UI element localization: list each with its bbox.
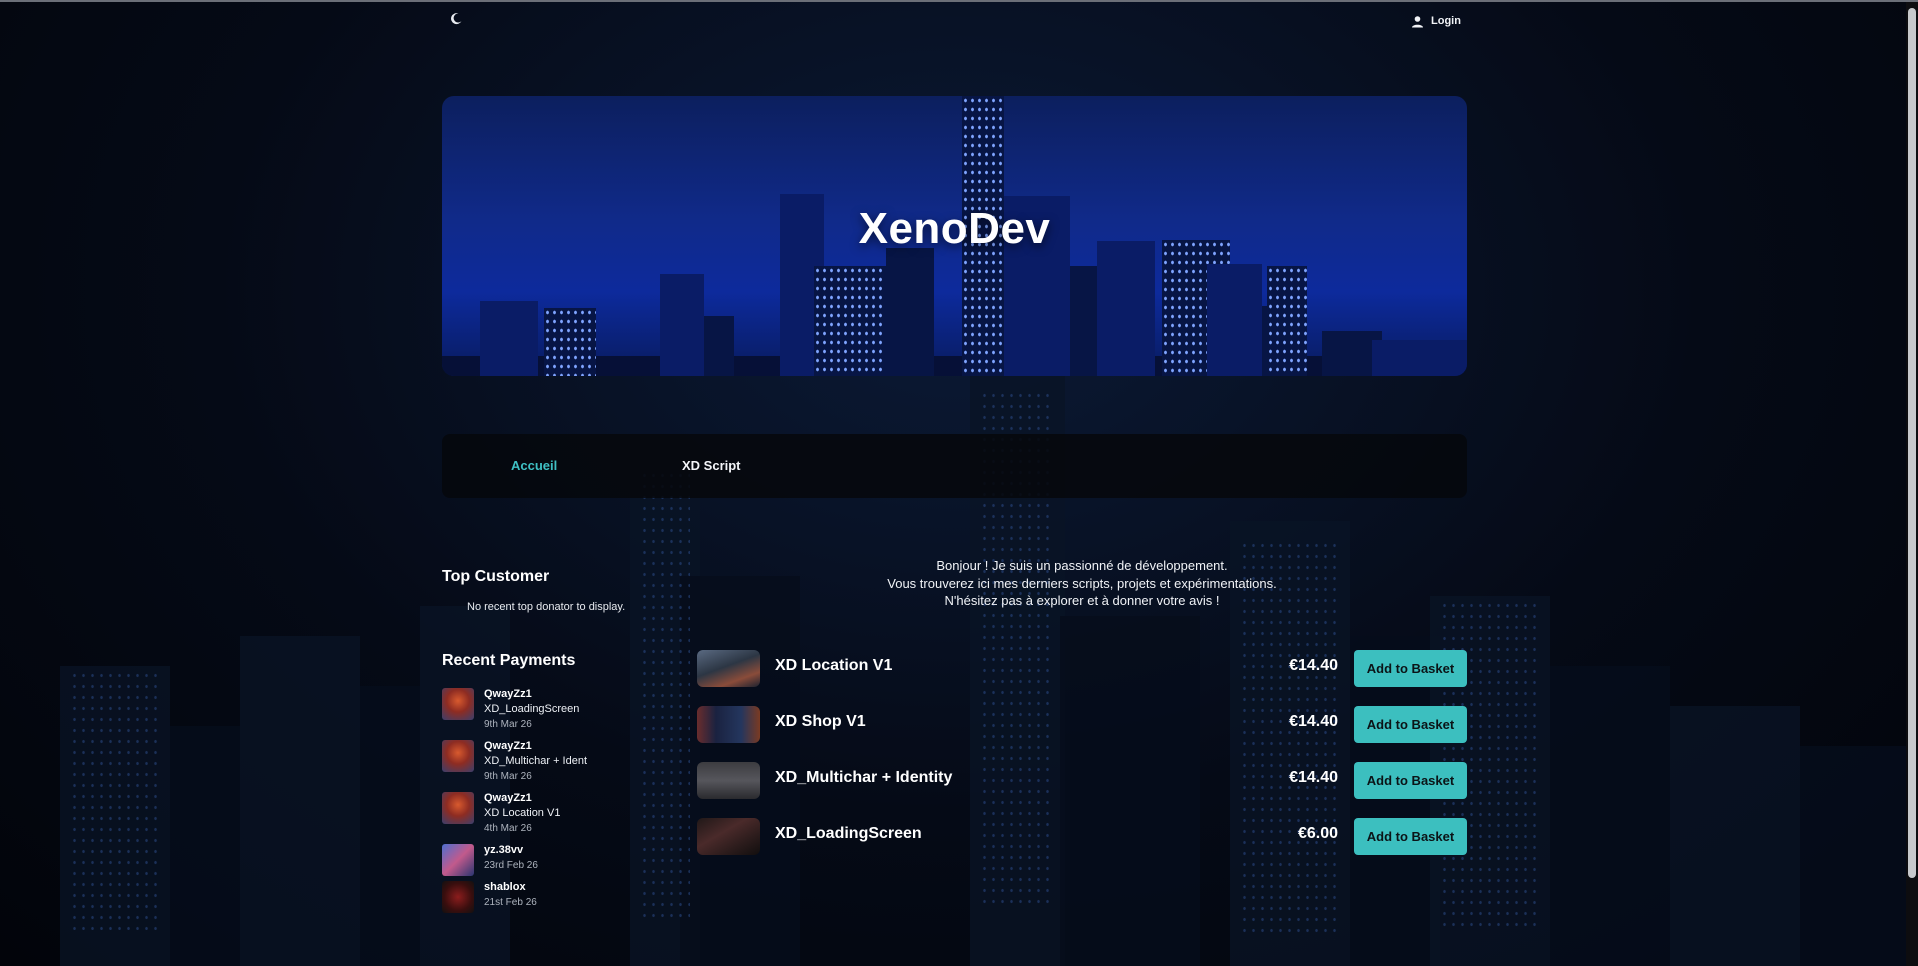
payment-customer: shablox xyxy=(484,881,526,893)
top-customer-empty: No recent top donator to display. xyxy=(467,601,626,613)
product-row: XD_Multichar + Identity €14.40 Add to Ba… xyxy=(697,760,1467,800)
add-to-basket-button[interactable]: Add to Basket xyxy=(1354,762,1467,799)
payment-date: 21st Feb 26 xyxy=(484,897,537,908)
product-price: €14.40 xyxy=(1289,713,1338,730)
sidebar: Top Customer No recent top donator to di… xyxy=(442,568,662,913)
hero-title: XenoDev xyxy=(858,204,1051,253)
product-name[interactable]: XD Location V1 xyxy=(775,657,892,675)
payment-item: QwayZz1 XD_Multichar + Ident 9th Mar 26 xyxy=(442,740,662,784)
payment-item: QwayZz1 XD_LoadingScreen 9th Mar 26 xyxy=(442,688,662,732)
product-name[interactable]: XD_Multichar + Identity xyxy=(775,769,952,787)
payment-customer: QwayZz1 xyxy=(484,688,532,700)
scrollbar-thumb[interactable] xyxy=(1908,8,1916,878)
hero-banner: XenoDev xyxy=(442,96,1467,376)
payment-customer: QwayZz1 xyxy=(484,792,532,804)
product-price: €6.00 xyxy=(1297,825,1338,842)
main-nav: Accueil XD Script xyxy=(442,434,1467,498)
login-label: Login xyxy=(1431,15,1461,27)
avatar xyxy=(442,881,474,913)
product-name[interactable]: XD Shop V1 xyxy=(775,713,866,731)
recent-payments-heading: Recent Payments xyxy=(442,652,576,669)
payment-date: 23rd Feb 26 xyxy=(484,860,538,871)
add-to-basket-button[interactable]: Add to Basket xyxy=(1354,650,1467,687)
payment-customer: QwayZz1 xyxy=(484,740,532,752)
product-price: €14.40 xyxy=(1289,769,1338,786)
avatar xyxy=(442,792,474,824)
intro-line-3: N'hésitez pas à explorer et à donner vot… xyxy=(944,593,1220,608)
scrollbar[interactable] xyxy=(1906,2,1918,966)
product-row: XD Shop V1 €14.40 Add to Basket xyxy=(697,704,1467,744)
top-customer-heading: Top Customer xyxy=(442,568,550,585)
product-thumbnail[interactable] xyxy=(697,706,760,743)
payment-date: 4th Mar 26 xyxy=(484,823,532,834)
add-to-basket-button[interactable]: Add to Basket xyxy=(1354,818,1467,855)
window-top-border xyxy=(0,0,1918,2)
nav-item-xd-script[interactable]: XD Script xyxy=(682,458,741,473)
product-row: XD Location V1 €14.40 Add to Basket xyxy=(697,648,1467,688)
intro-line-2: Vous trouverez ici mes derniers scripts,… xyxy=(887,575,1277,591)
product-row: XD_LoadingScreen €6.00 Add to Basket xyxy=(697,816,1467,856)
product-thumbnail[interactable] xyxy=(697,762,760,799)
product-thumbnail[interactable] xyxy=(697,650,760,687)
nav-item-accueil[interactable]: Accueil xyxy=(511,458,557,473)
avatar xyxy=(442,740,474,772)
login-button[interactable]: Login xyxy=(1411,12,1461,30)
add-to-basket-button[interactable]: Add to Basket xyxy=(1354,706,1467,743)
avatar xyxy=(442,688,474,720)
payment-date: 9th Mar 26 xyxy=(484,719,532,730)
user-icon xyxy=(1412,15,1423,27)
payment-product: XD_Multichar + Ident xyxy=(484,755,588,767)
intro-line-1: Bonjour ! Je suis un passionné de dévelo… xyxy=(936,558,1228,573)
payment-date: 9th Mar 26 xyxy=(484,771,532,782)
payment-product: XD_LoadingScreen xyxy=(484,703,580,715)
payment-product: XD Location V1 xyxy=(484,807,561,819)
payment-item: shablox 21st Feb 26 xyxy=(442,881,662,925)
payment-customer: yz.38vv xyxy=(484,844,524,856)
product-price: €14.40 xyxy=(1289,657,1338,674)
payment-item: QwayZz1 XD Location V1 4th Mar 26 xyxy=(442,792,662,836)
intro-text: Bonjour ! Je suis un passionné de dévelo… xyxy=(697,557,1467,610)
product-name[interactable]: XD_LoadingScreen xyxy=(775,825,922,843)
product-thumbnail[interactable] xyxy=(697,818,760,855)
avatar xyxy=(442,844,474,876)
moon-icon[interactable] xyxy=(449,12,465,28)
